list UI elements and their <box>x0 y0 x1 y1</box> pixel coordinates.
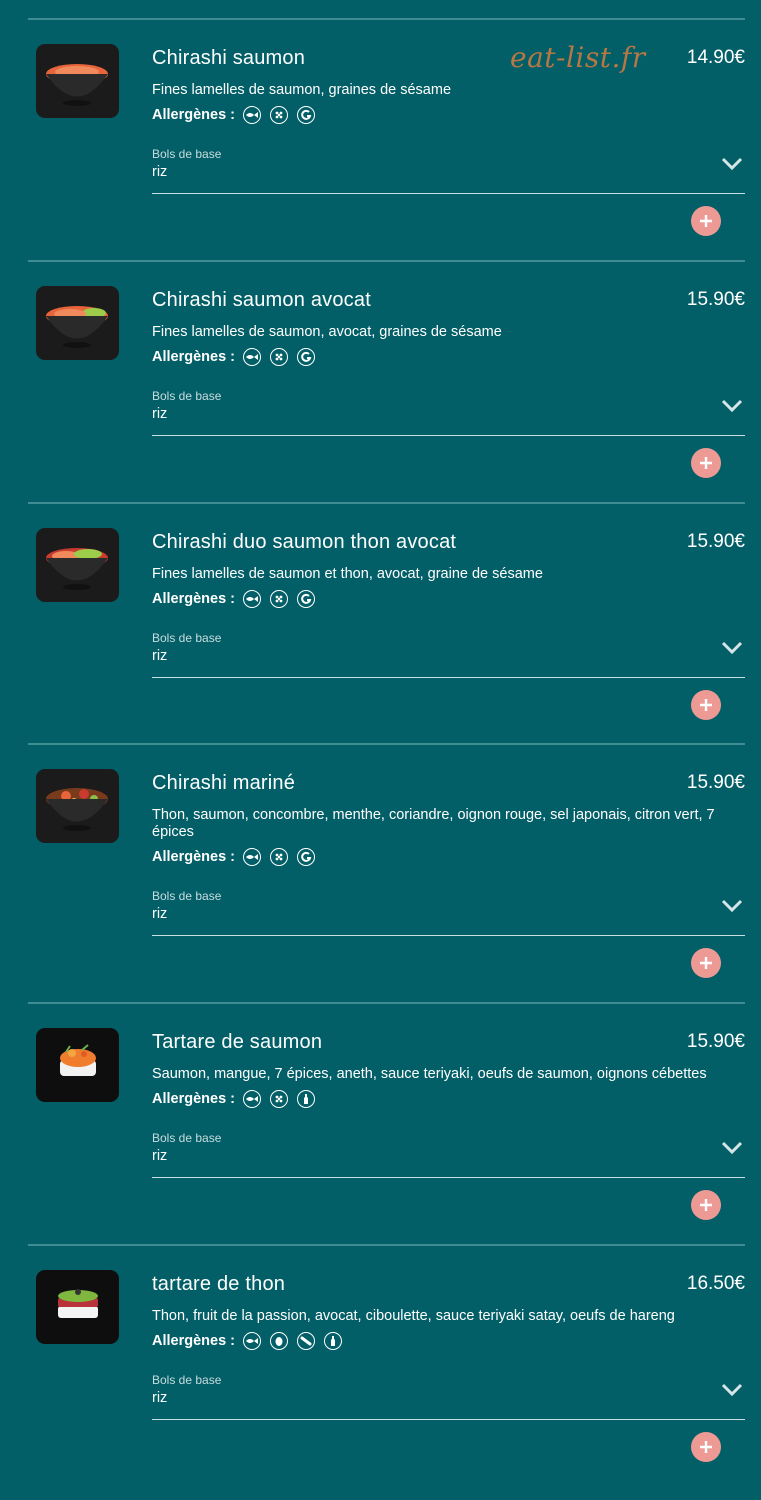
bowl-salmon-icon <box>36 44 119 118</box>
base-select[interactable]: Bols de base riz <box>152 1371 745 1420</box>
allergen-list: Allergènes : <box>152 590 324 608</box>
chevron-down-icon[interactable] <box>721 899 743 913</box>
fish-icon <box>243 590 261 608</box>
allergens-label: Allergènes : <box>152 349 235 365</box>
add-button[interactable] <box>691 448 721 478</box>
allergens-label: Allergènes : <box>152 591 235 607</box>
sesame-icon <box>270 848 288 866</box>
gluten-icon <box>297 106 315 124</box>
item-description: Saumon, mangue, 7 épices, aneth, sauce t… <box>152 1066 707 1082</box>
base-select[interactable]: Bols de base riz <box>152 387 745 436</box>
base-label: Bols de base <box>152 147 222 161</box>
fish-icon <box>243 348 261 366</box>
plus-icon <box>700 699 712 711</box>
menu-item: Chirashi mariné 15.90€ Thon, saumon, con… <box>28 743 745 1003</box>
base-value: riz <box>152 1148 168 1164</box>
plus-icon <box>700 457 712 469</box>
allergen-list: Allergènes : <box>152 348 324 366</box>
bowl-salmon-avocado-icon <box>36 286 119 360</box>
sesame-icon <box>270 106 288 124</box>
add-button[interactable] <box>691 206 721 236</box>
base-label: Bols de base <box>152 1373 222 1387</box>
base-select[interactable]: Bols de base riz <box>152 629 745 678</box>
gluten-icon <box>297 848 315 866</box>
chevron-down-icon[interactable] <box>721 1383 743 1397</box>
bowl-marinated-icon <box>36 769 119 843</box>
base-select[interactable]: Bols de base riz <box>152 887 745 936</box>
item-price: 16.50€ <box>686 1273 745 1294</box>
chevron-down-icon[interactable] <box>721 157 743 171</box>
item-title: Tartare de saumon <box>152 1031 323 1053</box>
gluten-icon <box>297 590 315 608</box>
allergen-list: Allergènes : <box>152 1090 324 1108</box>
base-value: riz <box>152 406 168 422</box>
item-title: tartare de thon <box>152 1273 286 1295</box>
sesame-icon <box>270 348 288 366</box>
allergens-label: Allergènes : <box>152 849 235 865</box>
item-description: Fines lamelles de saumon et thon, avocat… <box>152 566 543 582</box>
add-button[interactable] <box>691 1190 721 1220</box>
bowl-salmon-tuna-icon <box>36 528 119 602</box>
add-button[interactable] <box>691 948 721 978</box>
menu-item: tartare de thon 16.50€ Thon, fruit de la… <box>28 1244 745 1487</box>
plus-icon <box>700 1199 712 1211</box>
chevron-down-icon[interactable] <box>721 399 743 413</box>
item-description: Thon, saumon, concombre, menthe, coriand… <box>152 807 715 840</box>
item-description: Thon, fruit de la passion, avocat, cibou… <box>152 1308 675 1324</box>
add-button[interactable] <box>691 1432 721 1462</box>
fish-icon <box>243 848 261 866</box>
item-price: 15.90€ <box>686 772 745 793</box>
base-label: Bols de base <box>152 1131 222 1145</box>
fish-icon <box>243 1332 261 1350</box>
sesame-icon <box>270 1090 288 1108</box>
item-title: Chirashi duo saumon thon avocat <box>152 531 457 553</box>
base-label: Bols de base <box>152 631 222 645</box>
add-button[interactable] <box>691 690 721 720</box>
plus-icon <box>700 957 712 969</box>
item-title: Chirashi saumon avocat <box>152 289 371 311</box>
item-description: Fines lamelles de saumon, graines de sés… <box>152 82 452 98</box>
watermark: eat-list.fr <box>510 41 646 74</box>
plus-icon <box>700 1441 712 1453</box>
chevron-down-icon[interactable] <box>721 641 743 655</box>
menu-item: Chirashi duo saumon thon avocat 15.90€ F… <box>28 502 745 745</box>
allergen-list: Allergènes : <box>152 848 324 866</box>
allergens-label: Allergènes : <box>152 1333 235 1349</box>
tartare-tuna-icon <box>36 1270 119 1344</box>
allergen-list: Allergènes : <box>152 1332 351 1350</box>
soy-icon <box>324 1332 342 1350</box>
base-value: riz <box>152 1390 168 1406</box>
soy-icon <box>297 1090 315 1108</box>
base-select[interactable]: Bols de base riz <box>152 1129 745 1178</box>
item-price: 14.90€ <box>686 47 745 68</box>
base-label: Bols de base <box>152 889 222 903</box>
menu-item: Tartare de saumon 15.90€ Saumon, mangue,… <box>28 1002 745 1245</box>
base-select[interactable]: Bols de base riz <box>152 145 745 194</box>
item-title: Chirashi mariné <box>152 772 296 794</box>
base-label: Bols de base <box>152 389 222 403</box>
item-description: Fines lamelles de saumon, avocat, graine… <box>152 324 502 340</box>
chevron-down-icon[interactable] <box>721 1141 743 1155</box>
item-price: 15.90€ <box>686 1031 745 1052</box>
allergens-label: Allergènes : <box>152 107 235 123</box>
plus-icon <box>700 215 712 227</box>
item-price: 15.90€ <box>686 289 745 310</box>
item-title: Chirashi saumon <box>152 47 306 69</box>
item-price: 15.90€ <box>686 531 745 552</box>
allergen-list: Allergènes : <box>152 106 324 124</box>
base-value: riz <box>152 164 168 180</box>
menu-item: Chirashi saumon avocat 15.90€ Fines lame… <box>28 260 745 503</box>
base-value: riz <box>152 906 168 922</box>
tartare-salmon-icon <box>36 1028 119 1102</box>
gluten-icon <box>297 348 315 366</box>
sesame-icon <box>270 590 288 608</box>
fish-icon <box>243 1090 261 1108</box>
fish-icon <box>243 106 261 124</box>
allergens-label: Allergènes : <box>152 1091 235 1107</box>
base-value: riz <box>152 648 168 664</box>
peanut-icon <box>297 1332 315 1350</box>
egg-icon <box>270 1332 288 1350</box>
